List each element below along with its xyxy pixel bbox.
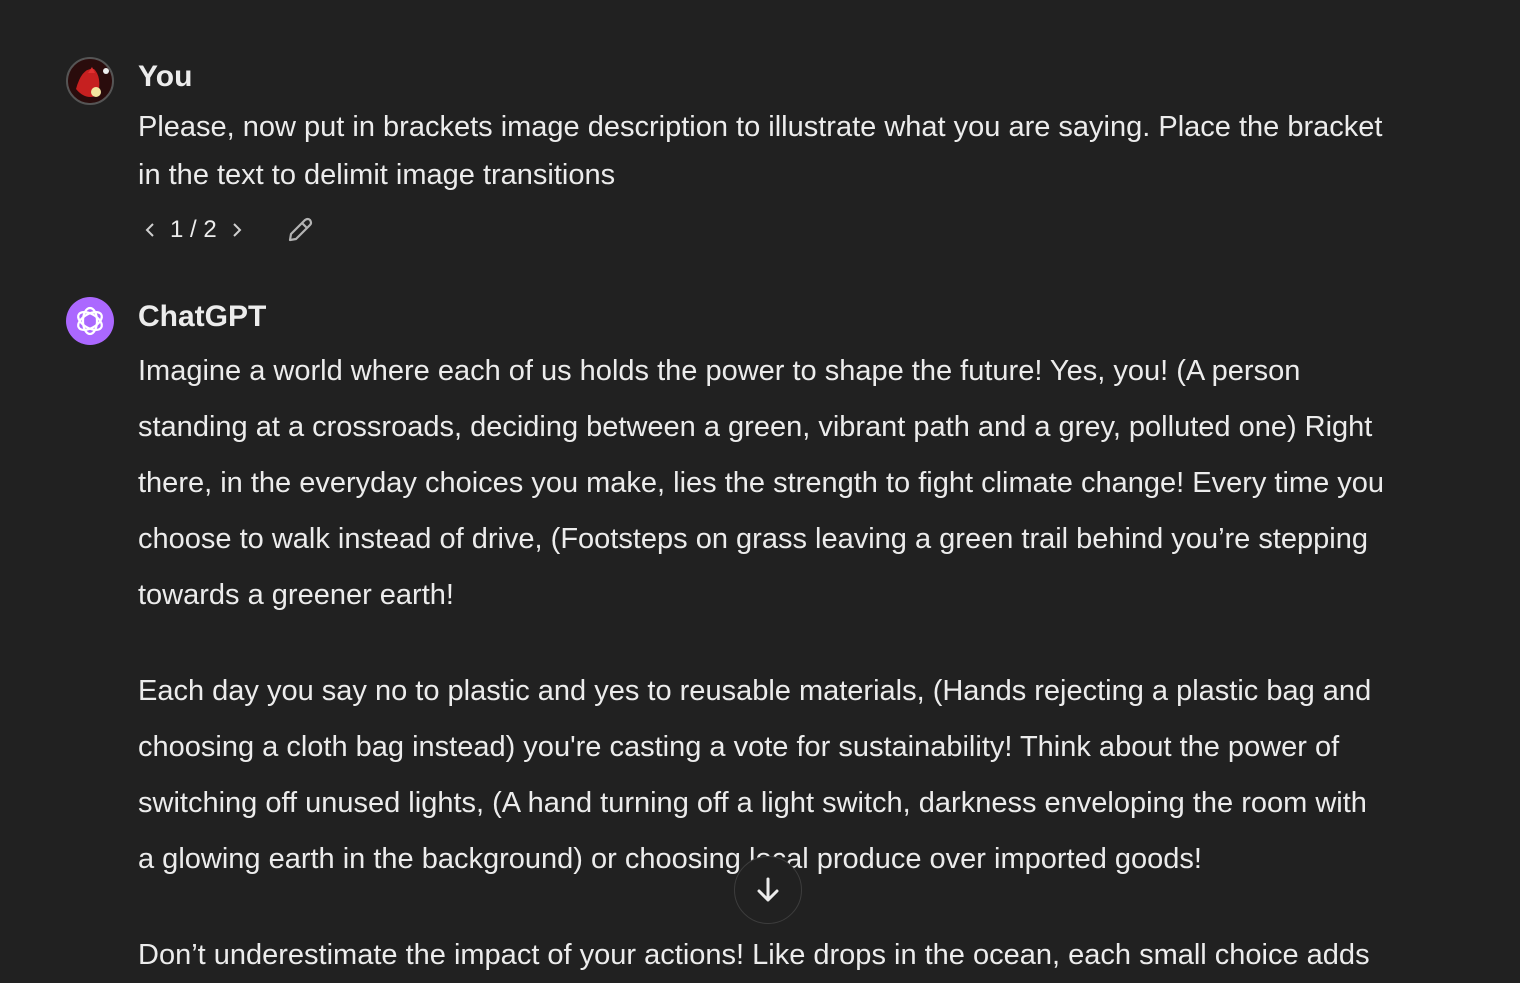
assistant-author: ChatGPT — [138, 300, 267, 333]
text-line: Don’t underestimate the impact of your a… — [138, 939, 1370, 971]
previous-version-button[interactable] — [138, 220, 162, 240]
text-line: standing at a crossroads, deciding betwe… — [138, 411, 1373, 443]
text-line: Please, now put in brackets image descri… — [138, 111, 1383, 143]
text-line: Each day you say no to plastic and yes t… — [138, 675, 1372, 707]
chatgpt-avatar — [66, 297, 114, 345]
pencil-icon — [288, 217, 312, 242]
openai-logo-icon — [77, 306, 103, 336]
text-line: towards a greener earth! — [138, 579, 454, 611]
user-message-text: Please, now put in brackets image descri… — [138, 103, 1382, 199]
pager-count: 1 / 2 — [170, 216, 217, 243]
text-line: in the text to delimit image transitions — [138, 159, 616, 191]
user-avatar[interactable] — [66, 57, 114, 105]
text-line: switching off unused lights, (A hand tur… — [138, 787, 1367, 819]
edit-message-button[interactable] — [281, 215, 319, 245]
arrow-down-icon — [757, 877, 779, 902]
paragraph: Imagine a world where each of us holds t… — [138, 343, 1384, 623]
scroll-to-bottom-button[interactable] — [734, 856, 802, 924]
text-line: Imagine a world where each of us holds t… — [138, 355, 1301, 387]
text-line: there, in the everyday choices you make,… — [138, 467, 1385, 499]
chevron-right-icon — [232, 223, 242, 237]
paragraph: Each day you say no to plastic and yes t… — [138, 663, 1384, 887]
user-author: You — [138, 60, 193, 93]
message-pager: 1 / 2 — [138, 215, 319, 245]
text-line: choosing a cloth bag instead) you're cas… — [138, 731, 1340, 763]
text-line: choose to walk instead of drive, (Footst… — [138, 523, 1368, 555]
chevron-left-icon — [145, 223, 154, 237]
paragraph: Don’t underestimate the impact of your a… — [138, 927, 1384, 983]
next-version-button[interactable] — [225, 220, 249, 240]
